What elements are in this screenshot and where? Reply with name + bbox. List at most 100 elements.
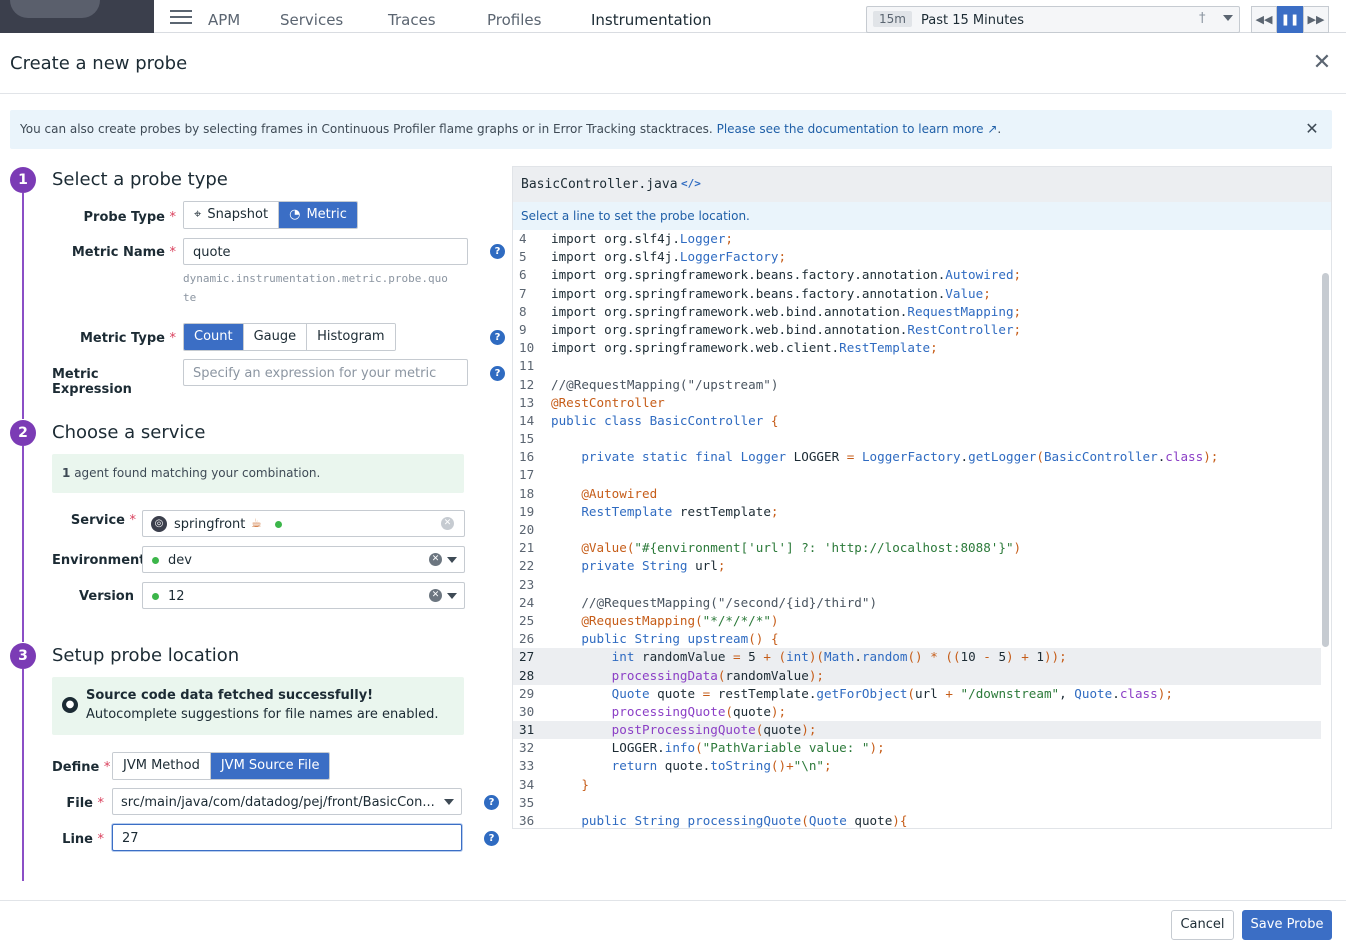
chevron-down-icon[interactable] bbox=[447, 593, 457, 599]
code-line[interactable]: 26 public String upstream() { bbox=[513, 630, 1321, 648]
file-select[interactable]: src/main/java/com/datadog/pej/front/Basi… bbox=[112, 788, 462, 815]
code-line[interactable]: 13 @RestController bbox=[513, 394, 1321, 412]
chevron-down-icon[interactable] bbox=[447, 557, 457, 563]
service-select[interactable]: ◎ springfront ☕ ✕ bbox=[142, 510, 465, 537]
metric-name-hint-1: dynamic.instrumentation.metric.probe.quo bbox=[183, 272, 448, 285]
clear-environment-icon[interactable]: ✕ bbox=[429, 553, 442, 566]
step-1-line bbox=[22, 193, 24, 419]
step-1-title: Select a probe type bbox=[52, 169, 228, 190]
code-line[interactable]: 12//@RequestMapping("/upstream") bbox=[513, 376, 1321, 394]
time-picker[interactable]: 15m Past 15 Minutes † bbox=[866, 6, 1240, 33]
code-line[interactable]: 15 bbox=[513, 430, 1321, 448]
code-line[interactable]: 7 import org.springframework.beans.factor… bbox=[513, 285, 1321, 303]
code-line[interactable]: 22 private String url; bbox=[513, 557, 1321, 575]
metric-type-help-icon[interactable]: ? bbox=[490, 330, 505, 345]
code-line[interactable]: 33 return quote.toString()+"\n"; bbox=[513, 757, 1321, 775]
cancel-button[interactable]: Cancel bbox=[1171, 910, 1234, 940]
code-line[interactable]: 10 import org.springframework.web.client.… bbox=[513, 339, 1321, 357]
code-line[interactable]: 23 bbox=[513, 576, 1321, 594]
code-icon[interactable]: </> bbox=[681, 177, 701, 190]
define-label: Define * bbox=[52, 760, 111, 775]
nav-services[interactable]: Services bbox=[280, 11, 343, 29]
java-icon: ☕ bbox=[251, 516, 262, 530]
code-line[interactable]: 6 import org.springframework.beans.factor… bbox=[513, 266, 1321, 284]
code-scrollbar[interactable] bbox=[1322, 273, 1329, 647]
github-icon: ● bbox=[62, 697, 78, 713]
status-dot-icon bbox=[152, 593, 159, 600]
metric-name-label: Metric Name * bbox=[71, 245, 176, 260]
code-line[interactable]: 11 bbox=[513, 357, 1321, 375]
time-range-label: Past 15 Minutes bbox=[921, 13, 1025, 28]
menu-icon[interactable] bbox=[170, 10, 192, 26]
probe-type-metric[interactable]: ◔ Metric bbox=[279, 202, 357, 228]
define-jvm-source-file[interactable]: JVM Source File bbox=[210, 753, 330, 779]
line-input[interactable]: 27 bbox=[112, 824, 462, 851]
code-line[interactable]: 21 @Value("#{environment['url'] ?: 'http… bbox=[513, 539, 1321, 557]
code-line-highlighted[interactable]: 31 postProcessingQuote(quote); bbox=[513, 721, 1321, 740]
metric-expression-help-icon[interactable]: ? bbox=[490, 366, 505, 381]
chevron-down-icon[interactable] bbox=[444, 799, 454, 805]
clear-version-icon[interactable]: ✕ bbox=[429, 589, 442, 602]
metric-type-gauge[interactable]: Gauge bbox=[243, 324, 308, 350]
code-line[interactable]: 24 //@RequestMapping("/second/{id}/third… bbox=[513, 594, 1321, 612]
metric-type-histogram[interactable]: Histogram bbox=[307, 324, 395, 350]
metric-expression-input[interactable]: Specify an expression for your metric bbox=[183, 359, 468, 386]
pin-icon[interactable]: † bbox=[1199, 11, 1206, 26]
code-line[interactable]: 32 LOGGER.info("PathVariable value: "); bbox=[513, 739, 1321, 757]
clear-service-icon[interactable]: ✕ bbox=[441, 517, 454, 530]
code-line[interactable]: 19 RestTemplate restTemplate; bbox=[513, 503, 1321, 521]
code-line[interactable]: 29 Quote quote = restTemplate.getForObje… bbox=[513, 685, 1321, 703]
code-line[interactable]: 9 import org.springframework.web.bind.ann… bbox=[513, 321, 1321, 339]
service-label: Service * bbox=[70, 513, 136, 528]
code-line[interactable]: 16 private static final Logger LOGGER = … bbox=[513, 448, 1321, 466]
environment-label: Environment bbox=[52, 553, 146, 568]
step-3-line bbox=[22, 669, 24, 881]
code-line[interactable]: 18 @Autowired bbox=[513, 485, 1321, 503]
dog-logo-icon bbox=[10, 0, 100, 18]
pause-button[interactable]: ❚❚ bbox=[1277, 6, 1303, 33]
code-line[interactable]: 35 bbox=[513, 794, 1321, 812]
probe-type-snapshot[interactable]: ⌖ Snapshot bbox=[184, 202, 280, 228]
rewind-button[interactable]: ◀◀ bbox=[1251, 6, 1277, 33]
code-line[interactable]: 8 import org.springframework.web.bind.ann… bbox=[513, 303, 1321, 321]
code-line-highlighted[interactable]: 27 int randomValue = 5 + (int)(Math.rand… bbox=[513, 648, 1321, 667]
datadog-logo[interactable] bbox=[0, 0, 154, 33]
code-line[interactable]: 5 import org.slf4j.LoggerFactory; bbox=[513, 248, 1321, 266]
info-banner-message: You can also create probes by selecting … bbox=[20, 122, 713, 136]
dismiss-banner-icon[interactable]: ✕ bbox=[1303, 120, 1321, 138]
service-value: springfront bbox=[174, 517, 246, 532]
code-line-highlighted[interactable]: 28 processingData(randomValue); bbox=[513, 666, 1321, 685]
info-banner-tail: . bbox=[997, 122, 1002, 136]
code-line[interactable]: 17 bbox=[513, 466, 1321, 484]
chevron-down-icon[interactable] bbox=[1223, 15, 1233, 21]
close-icon[interactable]: ✕ bbox=[1310, 51, 1334, 75]
nav-instrumentation[interactable]: Instrumentation bbox=[591, 11, 711, 29]
file-help-icon[interactable]: ? bbox=[484, 795, 499, 810]
environment-select[interactable]: dev ✕ bbox=[142, 546, 465, 573]
documentation-link[interactable]: Please see the documentation to learn mo… bbox=[717, 122, 984, 136]
nav-traces[interactable]: Traces bbox=[388, 11, 436, 29]
metric-name-help-icon[interactable]: ? bbox=[490, 244, 505, 259]
nav-profiles[interactable]: Profiles bbox=[487, 11, 541, 29]
external-link-icon[interactable]: ↗ bbox=[984, 122, 997, 136]
environment-value: dev bbox=[168, 553, 192, 568]
version-select[interactable]: 12 ✕ bbox=[142, 582, 465, 609]
forward-button[interactable]: ▶▶ bbox=[1303, 6, 1329, 33]
metric-type-count[interactable]: Count bbox=[184, 324, 244, 350]
code-note: Select a line to set the probe location. bbox=[513, 202, 1331, 230]
define-jvm-method[interactable]: JVM Method bbox=[113, 753, 211, 779]
code-line[interactable]: 30 processingQuote(quote); bbox=[513, 703, 1321, 721]
code-line[interactable]: 36 public String processingQuote(Quote q… bbox=[513, 812, 1321, 828]
code-line[interactable]: 14 public class BasicController { bbox=[513, 412, 1321, 430]
code-line[interactable]: 34 } bbox=[513, 776, 1321, 794]
code-line[interactable]: 25 @RequestMapping("*/*/*/*") bbox=[513, 612, 1321, 630]
code-line[interactable]: 20 bbox=[513, 521, 1321, 539]
save-probe-button[interactable]: Save Probe bbox=[1242, 910, 1332, 940]
status-dot-icon bbox=[152, 557, 159, 564]
source-fetch-success-box: ● Source code data fetched successfully!… bbox=[52, 677, 464, 735]
nav-apm[interactable]: APM bbox=[208, 11, 240, 29]
metric-name-input[interactable]: quote bbox=[183, 238, 468, 265]
line-help-icon[interactable]: ? bbox=[484, 831, 499, 846]
file-label: File * bbox=[66, 796, 104, 811]
code-line[interactable]: 4 import org.slf4j.Logger; bbox=[513, 230, 1321, 248]
